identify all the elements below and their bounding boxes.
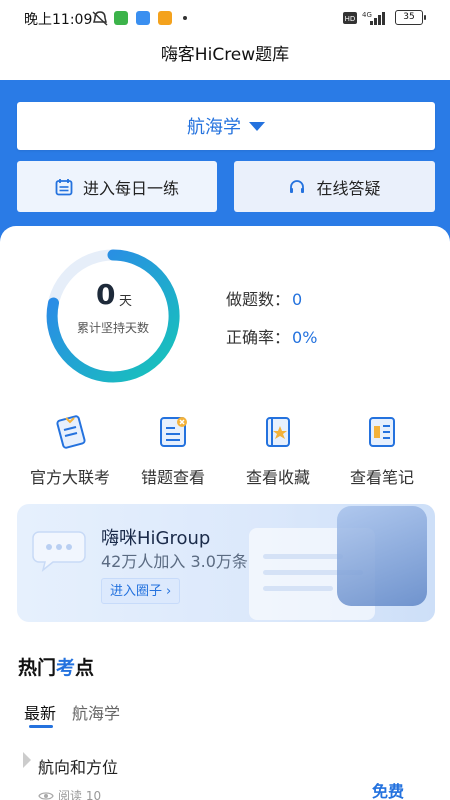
feature-label: 错题查看 <box>140 468 205 487</box>
banner-decoration <box>263 554 343 559</box>
progress-ring <box>46 249 180 383</box>
hot-topics-title-part1: 热门 <box>18 657 57 679</box>
notes-icon <box>369 417 395 447</box>
days-count: 0 <box>96 278 116 311</box>
silent-bell-icon <box>92 11 108 26</box>
message-notification-icon <box>158 11 172 25</box>
feature-wrong-questions[interactable]: 错题查看 <box>118 412 228 488</box>
feature-label: 查看收藏 <box>245 468 310 487</box>
topic-reads-label: 阅读 10 <box>58 789 102 800</box>
banner-decoration <box>337 506 427 606</box>
headset-icon <box>290 179 305 193</box>
page-title: 嗨客HiCrew题库 <box>160 45 290 65</box>
enter-group-label: 进入圈子 <box>110 584 163 599</box>
group-stats: 42万人加入 3.0万条 <box>101 552 248 571</box>
questions-value: 0 <box>292 290 303 309</box>
eye-icon <box>38 791 54 800</box>
favorites-icon <box>266 417 290 447</box>
hot-topics-title: 热门考点 <box>18 653 94 680</box>
wechat-notification-icon <box>114 11 128 25</box>
status-time: 晚上11:09 <box>24 12 93 28</box>
online-qa-label: 在线答疑 <box>316 178 381 198</box>
higroup-banner[interactable]: 嗨咪HiGroup 42万人加入 3.0万条 进入圈子 › <box>17 504 435 622</box>
feature-label: 官方大联考 <box>29 468 110 487</box>
daily-practice-button[interactable]: 进入每日一练 <box>17 161 217 212</box>
calendar-icon <box>55 178 73 195</box>
accuracy-stat: 正确率： 0% <box>226 324 317 348</box>
online-qa-button[interactable]: 在线答疑 <box>234 161 435 212</box>
questions-label: 做题数： <box>226 290 291 309</box>
caret-down-icon <box>249 121 265 131</box>
more-notifications-dot <box>183 16 187 20</box>
group-title: 嗨咪HiGroup <box>101 528 211 549</box>
network-label: 4G <box>362 11 372 19</box>
subject-label: 航海学 <box>187 117 241 138</box>
exam-icon <box>56 415 86 449</box>
active-tab-indicator <box>29 725 53 728</box>
hd-icon: HD <box>343 12 357 24</box>
list-marker-icon <box>23 752 31 768</box>
app-notification-icon <box>136 11 150 25</box>
enter-group-button[interactable]: 进入圈子 › <box>101 578 181 604</box>
svg-text:HD: HD <box>345 15 356 23</box>
wrong-questions-icon <box>160 417 187 447</box>
feature-favorites[interactable]: 查看收藏 <box>223 412 333 488</box>
feature-official-exam[interactable]: 官方大联考 <box>15 412 125 488</box>
tab-navigation[interactable]: 航海学 <box>72 700 120 724</box>
battery-icon: 35 <box>395 10 426 25</box>
accuracy-label: 正确率： <box>226 328 291 347</box>
chat-bubble-icon <box>32 531 86 572</box>
subject-selector[interactable]: 航海学 <box>17 102 435 150</box>
topic-title[interactable]: 航向和方位 <box>38 754 118 778</box>
days-caption: 累计坚持天数 <box>76 321 149 335</box>
chevron-right-icon: › <box>166 584 172 599</box>
banner-decoration <box>263 586 333 591</box>
questions-stat: 做题数： 0 <box>226 286 302 310</box>
days-unit: 天 <box>119 294 133 309</box>
topic-reads: 阅读 10 <box>38 787 101 800</box>
hot-topics-title-highlight: 考 <box>56 657 76 679</box>
accuracy-value: 0% <box>292 328 318 347</box>
hot-topics-title-part2: 点 <box>75 657 95 679</box>
signal-icon: 4G <box>362 11 385 25</box>
tab-latest[interactable]: 最新 <box>24 700 56 724</box>
daily-practice-label: 进入每日一练 <box>82 178 179 198</box>
status-bar: 晚上11:09 HD 4G 35 <box>0 0 450 36</box>
feature-notes[interactable]: 查看笔记 <box>327 412 437 488</box>
topic-price-badge: 免费 <box>372 782 405 800</box>
feature-label: 查看笔记 <box>349 468 414 487</box>
